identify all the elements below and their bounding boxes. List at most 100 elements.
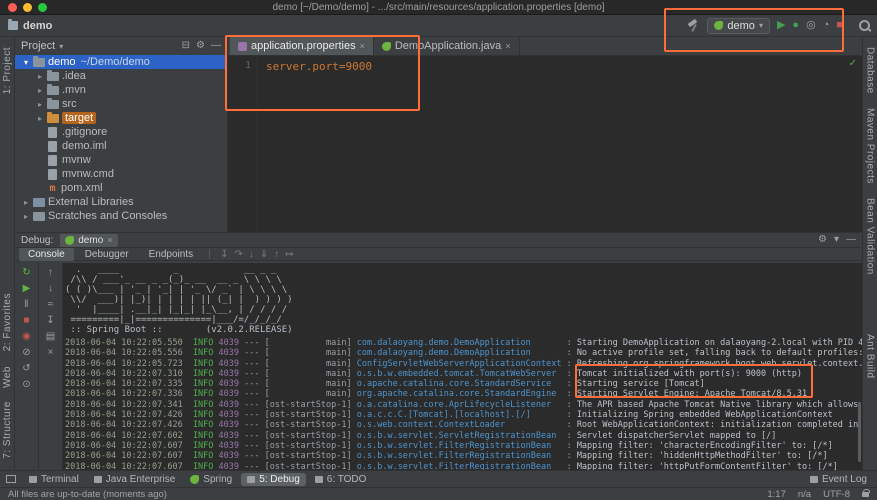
right-tool-stripe: Database Maven Projects Bean Validation Ant… — [862, 37, 877, 470]
toolwindow-bar: TerminalJava EnterpriseSpring5: Debug6: … — [0, 470, 877, 487]
chevron-right-icon[interactable]: ▸ — [21, 212, 31, 221]
stop-icon[interactable]: ■ — [836, 20, 843, 31]
collapse-all-icon[interactable]: ⊟ — [182, 41, 190, 51]
editor-gutter: 1 — [228, 56, 258, 232]
tool-stripe-button-1-project[interactable]: 1: Project — [2, 47, 13, 94]
caret-position[interactable]: 1:17 — [767, 489, 786, 500]
tree-item-mvnw[interactable]: mvnw — [15, 153, 227, 167]
tree-item-mvn[interactable]: ▸.mvn — [15, 83, 227, 97]
encoding-indicator[interactable]: UTF-8 — [823, 489, 850, 500]
banner-line: ' |____| .__|_| |_|_| |_\__, | / / / / — [65, 305, 862, 315]
tree-item-demo[interactable]: ▾demo~/Demo/demo — [15, 55, 227, 69]
code-line[interactable]: server.port=9000 — [266, 60, 372, 73]
tool-stripe-button-maven-projects[interactable]: Maven Projects — [865, 108, 876, 184]
tab-demoapplication-java[interactable]: DemoApplication.java× — [374, 37, 520, 55]
minimize-button[interactable] — [23, 3, 32, 12]
tree-item-demo-iml[interactable]: demo.iml — [15, 139, 227, 153]
run-to-cursor-icon[interactable]: ↦ — [282, 249, 296, 260]
chevron-right-icon[interactable]: ▸ — [35, 72, 45, 81]
step-out-icon[interactable]: ↑ — [271, 249, 282, 260]
chevron-down-icon[interactable]: ▾ — [59, 42, 63, 51]
tool-stripe-button-web[interactable]: Web — [2, 366, 13, 388]
close-icon[interactable]: × — [107, 235, 112, 245]
stop-icon[interactable]: ■ — [23, 316, 29, 326]
project-header-label[interactable]: Project — [21, 40, 55, 52]
chevron-right-icon[interactable]: ▸ — [35, 86, 45, 95]
close-icon[interactable]: × — [360, 41, 365, 51]
line-separator-indicator[interactable]: n/a — [798, 489, 811, 500]
pin-icon[interactable]: ⊙ — [22, 380, 30, 390]
chevron-down-icon[interactable]: ▾ — [21, 58, 31, 67]
tree-item-external-libraries[interactable]: ▸External Libraries — [15, 195, 227, 209]
rerun-icon[interactable]: ↻ — [22, 268, 30, 278]
scroll-to-end-icon[interactable]: ↧ — [46, 316, 54, 326]
force-step-into-icon[interactable]: ⇓ — [257, 249, 271, 260]
chevron-right-icon[interactable]: ▸ — [21, 198, 31, 207]
chevron-right-icon[interactable]: ▸ — [35, 100, 45, 109]
toolwindow-button-java-enterprise[interactable]: Java Enterprise — [88, 473, 181, 486]
toolwindow-button-spring[interactable]: Spring — [184, 473, 238, 486]
tab-debugger[interactable]: Debugger — [76, 248, 138, 261]
tab-application-properties[interactable]: application.properties× — [230, 37, 374, 55]
tree-item-scratches-and-consoles[interactable]: ▸Scratches and Consoles — [15, 209, 227, 223]
view-breakpoints-icon[interactable]: ◉ — [22, 332, 31, 342]
tree-item-target[interactable]: ▸target — [15, 111, 227, 125]
debug-icon[interactable]: ● — [792, 20, 799, 31]
clear-icon[interactable]: × — [48, 348, 54, 358]
tool-stripe-button-bean-validation[interactable]: Bean Validation — [865, 198, 876, 275]
profiler-icon[interactable]: ◔ — [823, 20, 830, 31]
tree-item-idea[interactable]: ▸.idea — [15, 69, 227, 83]
pause-icon[interactable]: ‖ — [24, 300, 28, 310]
resume-icon[interactable]: ▶ — [23, 284, 31, 294]
editor[interactable]: 1 server.port=9000 ✓ — [228, 56, 862, 232]
search-icon[interactable] — [858, 19, 871, 32]
tree-item-src[interactable]: ▸ src — [15, 97, 227, 111]
console-scrollbar[interactable] — [858, 402, 861, 462]
tree-item-label: src — [62, 98, 77, 110]
hide-icon[interactable]: — — [846, 235, 856, 245]
print-icon[interactable]: ▤ — [46, 332, 55, 342]
tab-console[interactable]: Console — [19, 248, 74, 261]
tool-stripe-button-database[interactable]: Database — [865, 47, 876, 94]
settings-gear-icon[interactable]: ⚙ — [196, 41, 205, 51]
lock-icon[interactable] — [862, 492, 869, 497]
settings-gear-icon[interactable]: ⚙ — [818, 235, 827, 245]
step-into-icon[interactable]: ↓ — [246, 249, 257, 260]
toolwindow-switcher-icon[interactable] — [6, 475, 16, 483]
tree-item-pom-xml[interactable]: mpom.xml — [15, 181, 227, 195]
tree-item-mvnw-cmd[interactable]: mvnw.cmd — [15, 167, 227, 181]
breadcrumb[interactable]: demo — [23, 20, 52, 32]
soft-wrap-icon[interactable]: ≈ — [48, 300, 54, 310]
scroll-up-icon[interactable]: ↑ — [48, 268, 53, 278]
log-message: Starting service [Tomcat] — [577, 379, 705, 389]
toolwindow-button-6-todo[interactable]: 6: TODO — [309, 473, 373, 486]
tool-stripe-button-ant-build[interactable]: Ant Build — [865, 334, 876, 379]
log-pid: 4039 — [219, 369, 239, 379]
log-sep: --- — [239, 348, 265, 358]
run-config-select[interactable]: demo ▾ — [707, 18, 770, 34]
run-icon[interactable]: ▶ — [777, 20, 785, 31]
coverage-icon[interactable]: ◎ — [806, 20, 816, 31]
scroll-down-icon[interactable]: ↓ — [48, 284, 53, 294]
mute-breakpoints-icon[interactable]: ⊘ — [22, 348, 30, 358]
close-button[interactable] — [8, 3, 17, 12]
tab-endpoints[interactable]: Endpoints — [140, 248, 202, 261]
close-icon[interactable]: × — [505, 41, 510, 51]
toolwindow-button-5-debug[interactable]: 5: Debug — [241, 473, 306, 486]
hide-icon[interactable]: — — [211, 41, 221, 51]
tool-stripe-button-7-structure[interactable]: 7: Structure — [2, 401, 13, 459]
chevron-right-icon[interactable]: ▸ — [35, 114, 45, 123]
zoom-button[interactable] — [38, 3, 47, 12]
show-execution-point-icon[interactable]: ↧ — [217, 249, 231, 260]
toolwindow-button-terminal[interactable]: Terminal — [23, 473, 85, 486]
step-over-icon[interactable]: ↷ — [232, 249, 246, 260]
debug-session-tab[interactable]: demo × — [60, 234, 117, 247]
event-log-button[interactable]: Event Log — [810, 474, 871, 485]
console-output[interactable]: . ____ _ __ _ _ /\\ / ___'_ __ _ _(_)_ _… — [63, 263, 862, 470]
log-level: INFO — [193, 451, 213, 461]
collapse-icon[interactable]: ▾ — [834, 235, 839, 245]
tree-item-gitignore[interactable]: .gitignore — [15, 125, 227, 139]
restore-layout-icon[interactable]: ↺ — [22, 364, 30, 374]
tool-stripe-button-2-favorites[interactable]: 2: Favorites — [2, 293, 13, 351]
build-hammer-icon[interactable] — [687, 19, 700, 32]
